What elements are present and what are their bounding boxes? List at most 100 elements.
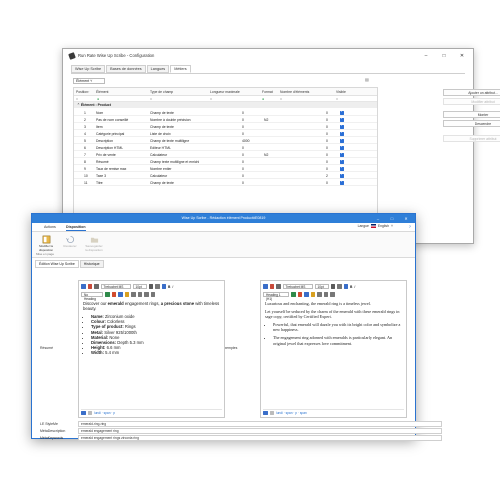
filter-icon[interactable]: = [210,97,212,101]
align-icon[interactable] [330,292,335,297]
paste-icon[interactable] [161,284,166,289]
table-row[interactable]: 10 Taxe 3 Calculateur 0 2 [74,172,377,179]
style-select[interactable]: Heading 1 (H1) [263,292,289,301]
design-view-icon[interactable] [263,410,268,416]
anchor-icon[interactable] [111,292,116,297]
visible-checkbox[interactable] [340,158,344,164]
language-selector[interactable]: Langue English ˅ [358,224,393,228]
maximize-icon[interactable]: □ [385,214,399,223]
table-icon[interactable] [124,292,129,297]
table-row[interactable]: 2 Pas de nom conseillé Nombre à double pré… [74,116,377,123]
examples-content[interactable]: Luxurious and enchanting, the emerald ri… [265,301,402,349]
table-row[interactable]: 11 Titre Champ de texte 0 0 [74,179,377,186]
tag-path[interactable]: lundi · span · p [94,411,115,415]
ribbon-tab-layout[interactable]: Disposition [66,225,86,231]
filter-icon[interactable]: = [336,97,338,101]
italic-icon[interactable]: I [172,285,173,289]
visible-checkbox[interactable] [340,109,344,115]
meta-field-input[interactable]: emerald engagement rings zirconia ring [78,435,442,441]
table-row[interactable]: 9 Taux de remise max Nombre entier 0 0 [74,165,377,172]
side-action-button[interactable]: Ajouter un attribut... [443,89,500,96]
indent-icon[interactable] [330,284,335,289]
tab-history[interactable]: Historique [79,260,104,268]
export-icon[interactable]: ▤ [365,77,369,82]
tag-path[interactable]: lundi · span · p · span [276,411,307,415]
paste-icon[interactable] [343,284,348,289]
tab-metiers[interactable]: Métiers [170,65,191,73]
visible-checkbox[interactable] [340,137,344,143]
col-format[interactable]: Format [262,90,273,94]
table-row[interactable]: 4 Catégorie principal Liste de choix 0 0 [74,130,377,137]
filter-icon[interactable]: = [76,97,78,101]
ribbon-tab-actions[interactable]: Actions [44,225,56,229]
italic-icon[interactable]: I [354,285,355,289]
outdent-icon[interactable] [150,292,155,297]
html-view-icon[interactable] [269,410,274,416]
minimize-icon[interactable]: – [419,49,433,62]
link-icon[interactable] [291,292,296,297]
save-icon[interactable] [263,284,268,289]
save-layout-button[interactable]: Sauvegarder la disposition [84,235,104,252]
design-view-icon[interactable] [81,410,86,416]
numbered-list-icon[interactable] [323,292,328,297]
bold-icon[interactable]: B [168,285,170,289]
visible-checkbox[interactable] [340,165,344,171]
tab-wise-up-scribe[interactable]: Wise Up Scribe [71,65,106,73]
table-row[interactable]: 8 Résumé Champ texte multiligne et enrichi… [74,158,377,165]
table-row[interactable]: 7 Prix de vente Calculateur 0 N2 0 [74,151,377,158]
table-row[interactable]: 1 Nom Champ de texte 0 0 [74,109,377,116]
help-icon[interactable]: ? [409,224,411,229]
close-icon[interactable]: ✕ [399,214,413,223]
resume-content[interactable]: Discover our emerald engagement rings, a… [83,301,220,356]
align-icon[interactable] [144,292,149,297]
image-icon[interactable] [304,292,309,297]
col-count[interactable]: Nombre d'éléments [280,90,309,94]
grid-group-row[interactable]: ⌃ Élément : Product [74,102,377,108]
image-icon[interactable] [118,292,123,297]
pdf-icon[interactable] [269,284,274,289]
side-action-button[interactable]: Descendre [443,120,500,127]
table-row[interactable]: 3 Item Champ de texte 0 0 [74,123,377,130]
visible-checkbox[interactable] [340,172,344,178]
filter-icon[interactable]: = [280,97,282,101]
style-select[interactable]: No Heading [81,292,103,301]
side-action-button[interactable]: Supprimer attribut [443,135,500,142]
table-icon[interactable] [310,292,315,297]
font-select[interactable]: Trebuchet MS [282,284,313,289]
list-icon[interactable] [317,292,322,297]
copy-icon[interactable] [276,284,281,289]
meta-field-input[interactable]: emerald engagement ring [78,428,442,434]
visible-checkbox[interactable] [340,179,344,185]
filter-icon[interactable]: = [150,97,152,101]
col-element[interactable]: Élément [96,90,108,94]
close-icon[interactable]: ✕ [455,49,469,62]
col-field-type[interactable]: Type de champ [150,90,173,94]
bold-icon[interactable]: B [350,285,352,289]
maximize-icon[interactable]: □ [437,49,451,62]
col-visible[interactable]: Visible [336,90,346,94]
meta-field-input[interactable]: emerald-ring-ring [78,421,442,427]
side-action-button[interactable]: Monter [443,111,500,118]
tab-languages[interactable]: Langues [146,65,170,73]
copy-icon[interactable] [94,284,99,289]
resume-editor[interactable]: Trebuchet MS 10pt B I No Heading Discove… [78,280,225,418]
visible-checkbox[interactable] [340,123,344,129]
numbered-list-icon[interactable] [137,292,142,297]
side-action-button[interactable]: Modifier attribut [443,98,500,105]
collapse-icon[interactable]: ⌃ [77,103,80,107]
col-position[interactable]: Position [76,90,88,94]
indent-icon[interactable] [148,284,153,289]
save-icon[interactable] [81,284,86,289]
cut-icon[interactable] [155,284,160,289]
minimize-icon[interactable]: – [371,214,385,223]
restore-button[interactable]: Restaurer [60,235,80,249]
cut-icon[interactable] [337,284,342,289]
edit-layout-button[interactable]: Modifier la disposition [36,235,56,252]
table-row[interactable]: 6 Description HTML Editeur HTML 0 0 [74,144,377,151]
examples-editor[interactable]: Trebuchet MS 10pt B I Heading 1 (H1) Lux… [260,280,407,418]
tab-edition[interactable]: Édition Wise Up Scribe [35,260,79,268]
element-dropdown[interactable]: Élément ˅ [73,78,105,84]
visible-checkbox[interactable] [340,144,344,150]
font-select[interactable]: Trebuchet MS [100,284,131,289]
pdf-icon[interactable] [87,284,92,289]
